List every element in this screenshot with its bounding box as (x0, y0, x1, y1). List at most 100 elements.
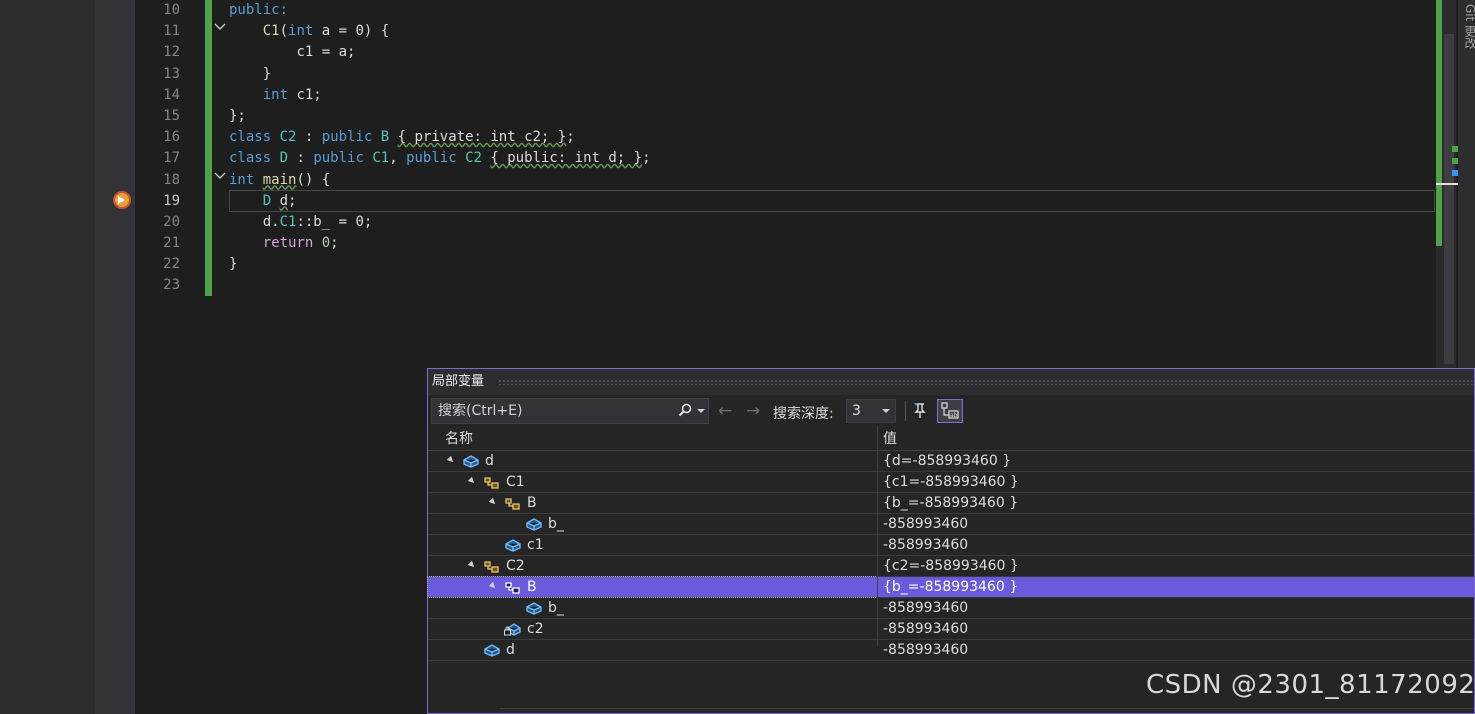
line-number: 11 (163, 23, 180, 40)
code-line: C1(int a = 0) { (262, 23, 390, 40)
structure-view-icon: ab (941, 402, 959, 419)
line-number: 15 (163, 107, 180, 124)
private-field-icon (504, 623, 521, 636)
column-header-value[interactable]: 值 (883, 427, 897, 451)
horizontal-scrollbar[interactable] (500, 708, 1474, 713)
locals-title: 局部变量 (432, 374, 485, 389)
row-value: {b_=-858993460 } (883, 495, 1019, 511)
expand-triangle-icon[interactable] (467, 560, 477, 570)
name-cell: C1 (428, 472, 877, 492)
breakpoint-margin[interactable] (95, 0, 135, 714)
line-number: 12 (163, 44, 180, 61)
name-cell: b_ (428, 514, 877, 534)
row-value: {c2=-858993460 } (883, 558, 1019, 574)
row-value: -858993460 (883, 600, 969, 616)
base-class-icon (484, 561, 499, 573)
row-value: -858993460 (883, 642, 969, 658)
name-cell: B (428, 493, 877, 513)
change-tracking-bar (205, 0, 212, 296)
line-number: 17 (163, 150, 180, 167)
code-line: int main() { (229, 171, 331, 188)
git-changes-tab[interactable]: Git 更改 (1462, 4, 1475, 49)
base-class-icon (484, 477, 499, 489)
field-icon (526, 518, 542, 531)
line-number: 13 (163, 65, 180, 82)
locals-window: 局部变量 搜索(Ctrl+E) ← → 搜索深度: 3 ab 名称 值 d {d… (427, 368, 1475, 714)
field-icon (526, 602, 542, 615)
expand-triangle-icon[interactable] (488, 497, 498, 507)
expand-triangle-icon[interactable] (488, 581, 498, 591)
search-placeholder: 搜索(Ctrl+E) (438, 403, 523, 419)
line-number: 14 (163, 86, 180, 103)
search-icon[interactable] (678, 403, 692, 417)
pin-icon (914, 403, 926, 418)
locals-title-bar[interactable]: 局部变量 (428, 369, 1474, 395)
table-row-selected[interactable]: B {b_=-858993460 } (427, 576, 1474, 598)
search-depth-label: 搜索深度: (773, 406, 834, 422)
name-cell: d (428, 640, 877, 660)
scrollbar-change-marker (1436, 0, 1442, 246)
table-row[interactable]: b_ -858993460 (428, 514, 1474, 535)
row-name: C2 (506, 558, 525, 574)
expand-triangle-icon[interactable] (467, 476, 477, 486)
code-line: c1 = a; (296, 44, 356, 61)
name-cell: c1 (428, 535, 877, 555)
row-value: -858993460 (883, 537, 969, 553)
fold-chevron-icon[interactable] (214, 22, 228, 35)
column-divider[interactable] (877, 426, 878, 646)
table-row[interactable]: C2 {c2=-858993460 } (428, 556, 1474, 577)
row-name: B (527, 579, 537, 595)
fold-chevron-icon[interactable] (214, 171, 228, 184)
row-value: -858993460 (883, 516, 969, 532)
search-options-dropdown-icon[interactable] (697, 409, 705, 413)
expand-triangle-icon[interactable] (446, 455, 456, 465)
table-row[interactable]: d -858993460 (428, 640, 1474, 661)
svg-text:ab: ab (950, 412, 958, 419)
code-editor[interactable]: public: C1(int a = 0) { c1 = a; } int c1… (229, 0, 1429, 275)
search-depth-select[interactable]: 3 (846, 399, 896, 423)
code-line: }; (229, 107, 246, 124)
line-number: 22 (163, 256, 180, 273)
row-value: {c1=-858993460 } (883, 474, 1019, 490)
code-line: return 0; (262, 235, 339, 252)
pin-filter-button[interactable] (910, 399, 936, 423)
code-line: } (229, 256, 238, 273)
row-name: B (527, 495, 537, 511)
row-name: b_ (548, 516, 564, 532)
scrollbar-thumb[interactable] (1444, 34, 1454, 364)
table-row[interactable]: b_ -858993460 (428, 598, 1474, 619)
search-next-arrow-icon[interactable]: → (746, 401, 760, 421)
table-row[interactable]: B {b_=-858993460 } (428, 493, 1474, 514)
code-line: d.C1::b_ = 0; (262, 213, 373, 230)
search-input[interactable]: 搜索(Ctrl+E) (431, 398, 709, 424)
table-row[interactable]: C1 {c1=-858993460 } (428, 472, 1474, 493)
line-number: 16 (163, 129, 180, 146)
search-depth-value: 3 (852, 403, 861, 419)
search-previous-arrow-icon[interactable]: ← (718, 401, 732, 421)
chevron-down-icon (882, 409, 890, 413)
name-cell: c2 (428, 619, 877, 639)
table-row[interactable]: c2 -858993460 (428, 619, 1474, 640)
row-name: d (506, 642, 515, 658)
line-number-current: 19 (163, 192, 180, 209)
hex-view-toggle-button[interactable]: ab (937, 399, 963, 423)
title-grip (498, 379, 1474, 385)
table-row[interactable]: d {d=-858993460 } (428, 451, 1474, 472)
row-value: -858993460 (883, 621, 969, 637)
column-header-name[interactable]: 名称 (445, 427, 473, 451)
code-line: int c1; (262, 86, 322, 103)
line-number: 10 (163, 2, 180, 18)
code-line: } (262, 65, 272, 82)
watermark: CSDN @2301_81172092 (1146, 670, 1475, 700)
table-row[interactable]: c1 -858993460 (428, 535, 1474, 556)
row-name: b_ (548, 600, 564, 616)
line-numbers: 10 11 12 13 14 15 16 17 18 19 20 21 22 2… (135, 0, 180, 297)
current-statement-arrow-icon (113, 191, 131, 209)
toolbar-divider (905, 401, 906, 421)
row-name: C1 (506, 474, 525, 490)
base-class-icon (505, 498, 520, 510)
line-number: 18 (163, 171, 180, 188)
variable-icon (463, 455, 479, 468)
row-name: d (485, 453, 494, 469)
side-panel (1458, 0, 1475, 368)
